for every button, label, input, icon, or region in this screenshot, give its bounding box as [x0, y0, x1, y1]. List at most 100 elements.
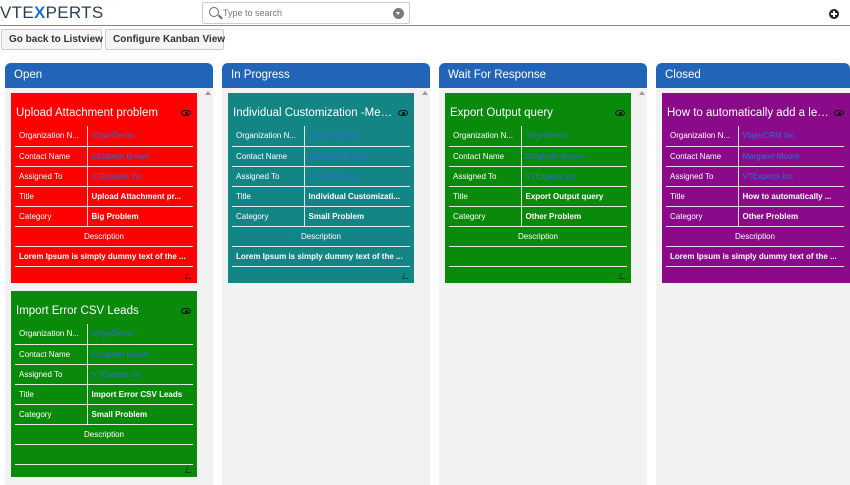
card-title: Import Error CSV Leads [16, 305, 139, 317]
card-fields: Organization N... VtigerCRM Inc Contact N… [232, 126, 410, 267]
column-open: Open Upload Attachment problem Organizat… [5, 63, 213, 485]
organization-link[interactable]: VtigerCRM Inc [304, 126, 410, 147]
ticket-title-value: How to automatically ... [738, 186, 844, 207]
field-label: Contact Name [15, 146, 88, 167]
field-label: Contact Name [15, 344, 88, 365]
search-options-chevron-icon[interactable] [393, 8, 404, 19]
field-label: Assigned To [232, 166, 305, 187]
ticket-card[interactable]: How to automatically add a lead... Organ… [662, 93, 850, 283]
description-value [15, 444, 193, 465]
field-label: Assigned To [449, 166, 522, 187]
organization-link[interactable]: VtigerDemo [521, 126, 627, 147]
ticket-title-value: Export Output query [521, 186, 627, 207]
contact-link[interactable]: Elizabeth Brown [87, 344, 193, 365]
assigned-to-link[interactable]: VTExperts Inc [304, 166, 410, 187]
column-header-closed: Closed [656, 63, 850, 88]
description-label: Description [666, 226, 844, 247]
category-value: Other Problem [521, 206, 627, 227]
contact-link[interactable]: Margaret Moore [738, 146, 844, 167]
organization-link[interactable]: VtigerCRM Inc [738, 126, 844, 147]
field-label: Assigned To [666, 166, 739, 187]
eye-icon[interactable] [834, 110, 844, 116]
assigned-to-link[interactable]: VTExperts Inc [87, 364, 193, 385]
ticket-card[interactable]: Import Error CSV Leads Organization N...… [11, 291, 197, 477]
category-value: Small Problem [304, 206, 410, 227]
field-label: Category [666, 206, 739, 227]
column-header-open: Open [5, 63, 213, 88]
organization-link[interactable]: VtigerDemo [87, 324, 193, 345]
scroll-up-icon[interactable] [422, 91, 428, 95]
field-label: Organization N... [232, 126, 305, 147]
assigned-to-link[interactable]: VTExperts Inc [738, 166, 844, 187]
contact-link[interactable]: Elizabeth Brown [521, 146, 627, 167]
card-title: Export Output query [450, 107, 553, 119]
description-value: Lorem Ipsum is simply dummy text of the … [232, 246, 410, 267]
column-in-progress: In Progress Individual Customization -Me… [222, 63, 430, 485]
column-body-wait-for-response: Export Output query Organization N... Vti… [439, 88, 647, 485]
column-header-in-progress: In Progress [222, 63, 430, 88]
category-value: Other Problem [738, 206, 844, 227]
ticket-card[interactable]: Upload Attachment problem Organization N… [11, 93, 197, 283]
eye-icon[interactable] [181, 308, 191, 314]
field-label: Contact Name [666, 146, 739, 167]
edit-pencil-icon[interactable] [401, 273, 411, 279]
back-to-listview-button[interactable]: Go back to Listview [1, 29, 103, 50]
contact-link[interactable]: Elizabeth Brown [87, 146, 193, 167]
column-wait-for-response: Wait For Response Export Output query Or… [439, 63, 647, 485]
logo-suffix: PERTS [45, 3, 104, 22]
description-value [449, 246, 627, 267]
field-label: Title [232, 186, 305, 207]
assigned-to-link[interactable]: VTExperts Inc [521, 166, 627, 187]
field-label: Organization N... [15, 324, 88, 345]
description-label: Description [232, 226, 410, 247]
field-label: Contact Name [449, 146, 522, 167]
ticket-title-value: Individual Customizati... [304, 186, 410, 207]
card-title: Upload Attachment problem [16, 107, 158, 119]
ticket-card[interactable]: Export Output query Organization N... Vti… [445, 93, 631, 283]
description-value: Lorem Ipsum is simply dummy text of the … [666, 246, 844, 267]
field-label: Organization N... [666, 126, 739, 147]
configure-kanban-button[interactable]: Configure Kanban View [105, 29, 225, 50]
field-label: Title [666, 186, 739, 207]
field-label: Category [449, 206, 522, 227]
eye-icon[interactable] [181, 110, 191, 116]
edit-pencil-icon[interactable] [618, 273, 628, 279]
description-label: Description [449, 226, 627, 247]
field-label: Organization N... [15, 126, 88, 147]
scroll-up-icon[interactable] [205, 91, 211, 95]
edit-pencil-icon[interactable] [184, 273, 194, 279]
contact-link[interactable]: Elizabeth Brown [304, 146, 410, 167]
field-label: Category [15, 206, 88, 227]
category-value: Big Problem [87, 206, 193, 227]
ticket-card[interactable]: Individual Customization -Menu... Organi… [228, 93, 414, 283]
category-value: Small Problem [87, 404, 193, 425]
organization-link[interactable]: VtigerDemo [87, 126, 193, 147]
field-label: Assigned To [15, 364, 88, 385]
edit-pencil-icon[interactable] [184, 467, 194, 473]
eye-icon[interactable] [398, 110, 408, 116]
column-body-in-progress: Individual Customization -Menu... Organi… [222, 88, 430, 485]
field-label: Assigned To [15, 166, 88, 187]
search-input[interactable] [223, 5, 393, 21]
logo-accent: X [33, 3, 46, 22]
vtexperts-logo[interactable]: VTEXPERTS [0, 3, 103, 23]
field-label: Title [15, 384, 88, 405]
column-body-open: Upload Attachment problem Organization N… [5, 88, 213, 485]
scroll-up-icon[interactable] [639, 91, 645, 95]
global-search [202, 2, 410, 24]
field-label: Category [232, 206, 305, 227]
eye-icon[interactable] [615, 110, 625, 116]
description-value: Lorem Ipsum is simply dummy text of the … [15, 246, 193, 267]
assigned-to-link[interactable]: VTExperts Inc [87, 166, 193, 187]
field-label: Title [449, 186, 522, 207]
add-plus-icon[interactable] [829, 9, 839, 19]
card-fields: Organization N... VtigerDemo Contact Name… [15, 324, 193, 465]
ticket-title-value: Upload Attachment pr... [87, 186, 193, 207]
field-label: Title [15, 186, 88, 207]
card-title: How to automatically add a lead... [667, 107, 832, 119]
card-fields: Organization N... VtigerDemo Contact Name… [15, 126, 193, 267]
field-label: Organization N... [449, 126, 522, 147]
column-closed: Closed How to automatically add a lead..… [656, 63, 850, 485]
card-fields: Organization N... VtigerDemo Contact Name… [449, 126, 627, 267]
card-title: Individual Customization -Menu... [233, 107, 398, 119]
